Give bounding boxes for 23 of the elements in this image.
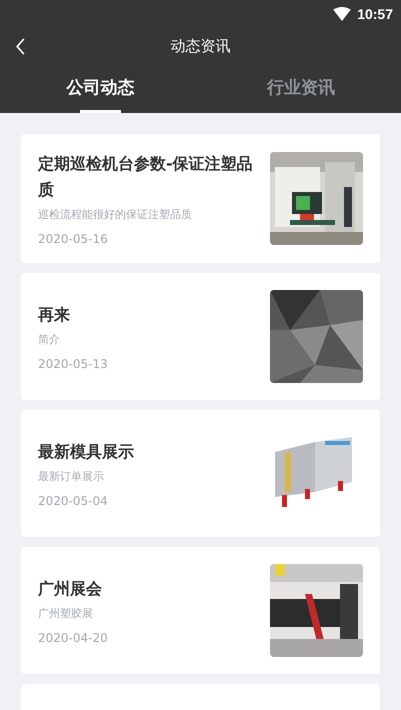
article-card[interactable]: 广州展会 广州塑胶展 2020-04-20	[21, 547, 380, 674]
article-card[interactable]: 定期巡检机台参数-保证注塑品质 巡检流程能很好的保证注塑品质 2020-05-16	[21, 134, 380, 263]
tab[interactable]: 行业资讯	[260, 72, 341, 103]
article-summary: 广州塑胶展	[38, 606, 94, 621]
article-date: 2020-04-20	[38, 631, 109, 645]
article-title: 定期巡检机台参数-保证注塑品质	[38, 153, 254, 201]
wifi-icon	[333, 7, 352, 21]
article-date: 2020-05-13	[38, 357, 109, 371]
article-summary: 简介	[38, 332, 61, 347]
article-summary: 巡检流程能很好的保证注塑品质	[38, 207, 193, 222]
article-card[interactable]: 最新模具展示 最新订单展示 2020-05-04	[21, 410, 380, 537]
back-icon[interactable]	[16, 38, 26, 55]
article-title: 最新模具展示	[38, 441, 135, 463]
status-time: 10:57	[357, 6, 393, 22]
article-date: 2020-05-16	[38, 232, 109, 246]
tab-indicator	[80, 110, 121, 113]
tab[interactable]: 公司动态	[60, 72, 140, 103]
article-card[interactable]: 再来 简介 2020-05-13	[21, 273, 380, 400]
article-summary: 最新订单展示	[38, 469, 105, 484]
article-title: 广州展会	[38, 578, 103, 600]
page-title: 动态资讯	[170, 36, 230, 56]
article-title: 再来	[38, 304, 71, 326]
article-date: 2020-05-04	[38, 494, 109, 508]
